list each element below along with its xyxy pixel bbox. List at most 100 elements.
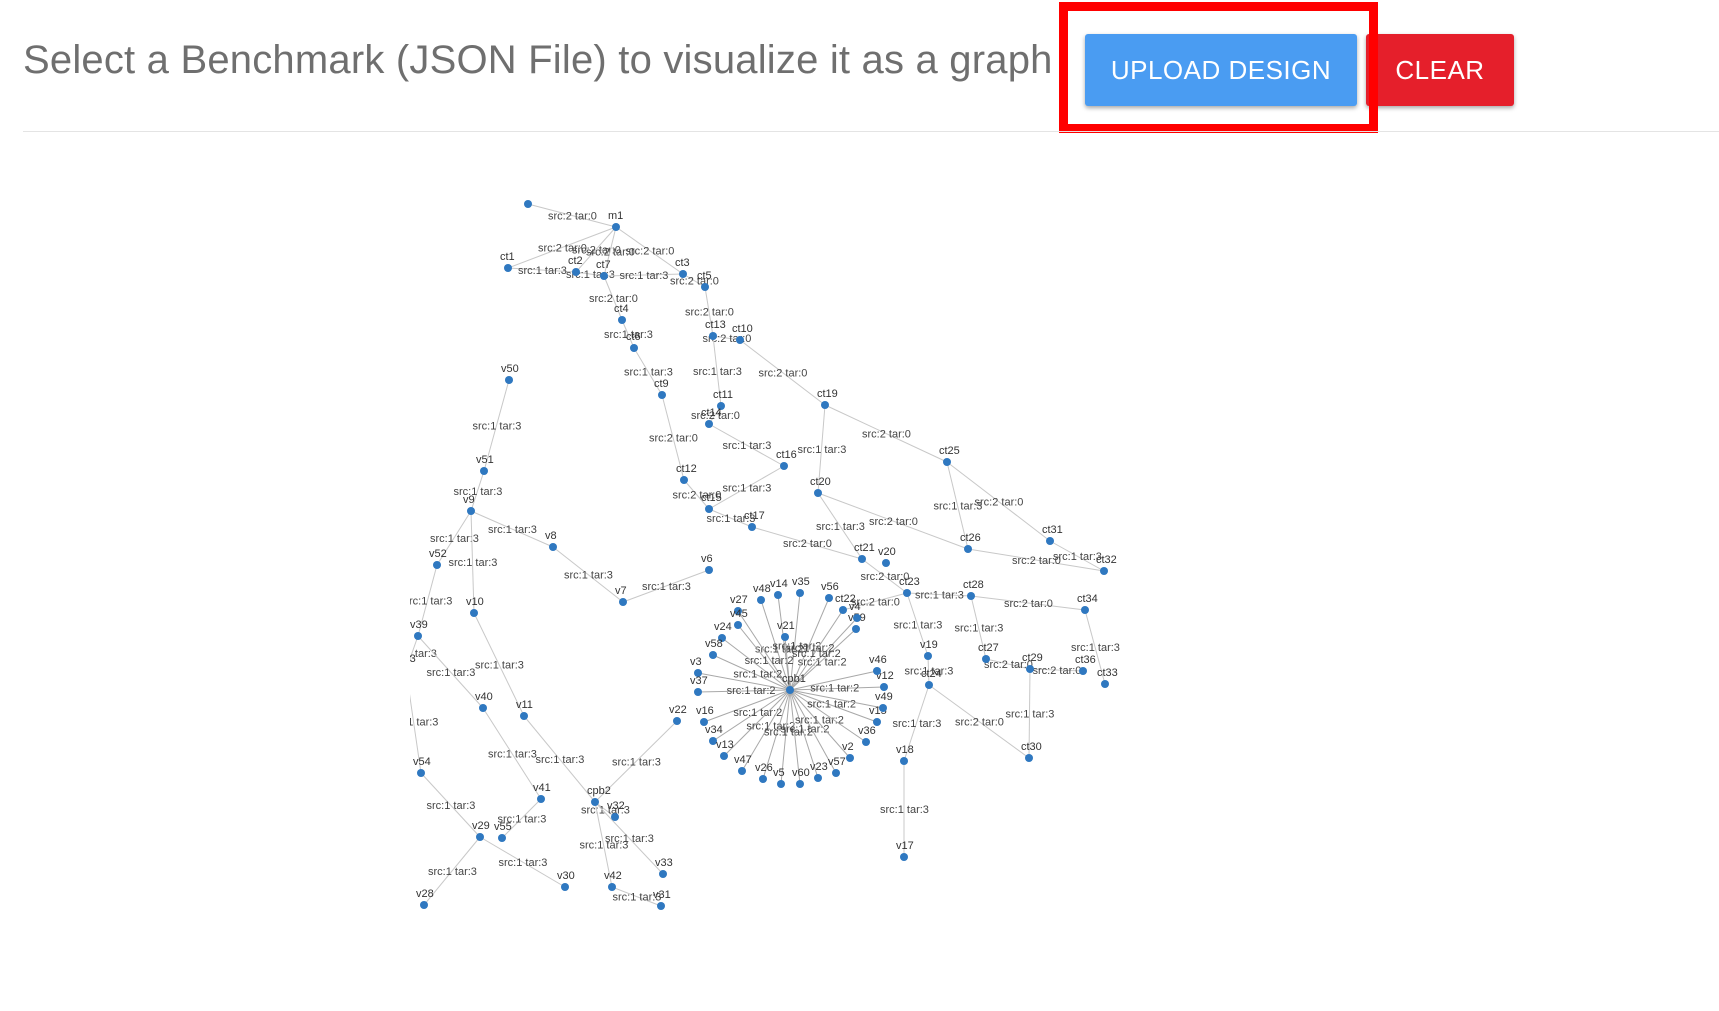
graph-canvas[interactable]: src:1 tar:2 src:1 tar:2 src:1 tar:2 src:1 t… bbox=[410, 200, 1240, 1011]
graph-node[interactable] bbox=[561, 883, 569, 891]
graph-node[interactable] bbox=[537, 795, 545, 803]
graph-node[interactable] bbox=[853, 614, 861, 622]
graph-node[interactable] bbox=[417, 769, 425, 777]
graph-node[interactable] bbox=[658, 391, 666, 399]
graph-node[interactable] bbox=[846, 754, 854, 762]
graph-node[interactable] bbox=[900, 757, 908, 765]
graph-node[interactable] bbox=[504, 264, 512, 272]
graph-node[interactable] bbox=[1101, 680, 1109, 688]
graph-node[interactable] bbox=[420, 901, 428, 909]
graph-node[interactable] bbox=[964, 545, 972, 553]
graph-node[interactable] bbox=[701, 283, 709, 291]
graph-node[interactable] bbox=[611, 813, 619, 821]
graph-node[interactable] bbox=[608, 883, 616, 891]
graph-node[interactable] bbox=[796, 780, 804, 788]
node-label: v16 bbox=[696, 705, 714, 717]
graph-node[interactable] bbox=[433, 561, 441, 569]
graph-node[interactable] bbox=[774, 591, 782, 599]
graph-node[interactable] bbox=[572, 268, 580, 276]
graph-node[interactable] bbox=[757, 596, 765, 604]
graph-node[interactable] bbox=[476, 833, 484, 841]
graph-node[interactable] bbox=[879, 704, 887, 712]
graph-node[interactable] bbox=[549, 543, 557, 551]
graph-node[interactable] bbox=[880, 683, 888, 691]
graph-node[interactable] bbox=[1026, 665, 1034, 673]
graph-node[interactable] bbox=[903, 589, 911, 597]
graph-node[interactable] bbox=[862, 738, 870, 746]
graph-node[interactable] bbox=[612, 223, 620, 231]
graph-node[interactable] bbox=[925, 681, 933, 689]
graph-node[interactable] bbox=[659, 870, 667, 878]
graph-node[interactable] bbox=[814, 489, 822, 497]
graph-node[interactable] bbox=[900, 853, 908, 861]
graph-node[interactable] bbox=[736, 336, 744, 344]
graph-node[interactable] bbox=[619, 598, 627, 606]
graph-node[interactable] bbox=[600, 272, 608, 280]
graph-node[interactable] bbox=[630, 344, 638, 352]
graph-node[interactable] bbox=[470, 609, 478, 617]
graph-node[interactable] bbox=[705, 505, 713, 513]
graph-node[interactable] bbox=[520, 712, 528, 720]
graph-node[interactable] bbox=[479, 704, 487, 712]
graph-node[interactable] bbox=[709, 332, 717, 340]
graph-node[interactable] bbox=[943, 458, 951, 466]
graph-node[interactable] bbox=[673, 717, 681, 725]
graph-node[interactable] bbox=[873, 718, 881, 726]
graph-node[interactable] bbox=[821, 401, 829, 409]
graph-node[interactable] bbox=[839, 606, 847, 614]
graph-node[interactable] bbox=[882, 559, 890, 567]
graph-node[interactable] bbox=[858, 555, 866, 563]
graph-node[interactable] bbox=[720, 752, 728, 760]
graph-node[interactable] bbox=[832, 769, 840, 777]
edge-label: src:1 tar:3 bbox=[454, 486, 503, 498]
graph-node[interactable] bbox=[796, 589, 804, 597]
edge-label: src:2 tar:0 bbox=[869, 516, 918, 528]
upload-design-button[interactable]: UPLOAD DESIGN bbox=[1085, 34, 1357, 106]
graph-node[interactable] bbox=[924, 652, 932, 660]
graph-node[interactable] bbox=[781, 633, 789, 641]
edge-label: src:1 tar:3 bbox=[620, 270, 669, 282]
node-label: v2 bbox=[842, 741, 854, 753]
graph-node[interactable] bbox=[505, 376, 513, 384]
graph-node[interactable] bbox=[524, 200, 532, 208]
graph-node[interactable] bbox=[734, 621, 742, 629]
node-label: ct2 bbox=[568, 255, 583, 267]
graph-node[interactable] bbox=[414, 632, 422, 640]
graph-node[interactable] bbox=[873, 667, 881, 675]
graph-node[interactable] bbox=[738, 767, 746, 775]
edge-label: src:2 tar:0 bbox=[685, 307, 734, 319]
graph-node[interactable] bbox=[467, 507, 475, 515]
graph-node[interactable] bbox=[814, 774, 822, 782]
graph-node[interactable] bbox=[852, 625, 860, 633]
graph-node[interactable] bbox=[786, 686, 794, 694]
graph-node[interactable] bbox=[618, 316, 626, 324]
graph-node[interactable] bbox=[967, 592, 975, 600]
graph-node[interactable] bbox=[1025, 754, 1033, 762]
graph-node[interactable] bbox=[1081, 606, 1089, 614]
node-label: ct22 bbox=[835, 593, 856, 605]
graph-node[interactable] bbox=[679, 270, 687, 278]
graph-node[interactable] bbox=[780, 462, 788, 470]
graph-node[interactable] bbox=[982, 655, 990, 663]
graph-node[interactable] bbox=[680, 476, 688, 484]
node-label: ct31 bbox=[1042, 524, 1063, 536]
graph-node[interactable] bbox=[657, 902, 665, 910]
graph-node[interactable] bbox=[759, 775, 767, 783]
graph-node[interactable] bbox=[498, 834, 506, 842]
graph-svg[interactable]: src:1 tar:2 src:1 tar:2 src:1 tar:2 src:1 t… bbox=[410, 200, 1240, 1011]
graph-node[interactable] bbox=[709, 651, 717, 659]
node-label: v51 bbox=[476, 454, 494, 466]
graph-node[interactable] bbox=[1046, 537, 1054, 545]
graph-node[interactable] bbox=[777, 780, 785, 788]
graph-node[interactable] bbox=[705, 420, 713, 428]
clear-button[interactable]: CLEAR bbox=[1366, 34, 1514, 106]
graph-node[interactable] bbox=[480, 467, 488, 475]
node-label: v3 bbox=[690, 656, 702, 668]
graph-node[interactable] bbox=[1079, 667, 1087, 675]
graph-node[interactable] bbox=[705, 566, 713, 574]
graph-node[interactable] bbox=[694, 688, 702, 696]
graph-node[interactable] bbox=[591, 798, 599, 806]
graph-node[interactable] bbox=[825, 594, 833, 602]
graph-node[interactable] bbox=[748, 523, 756, 531]
graph-node[interactable] bbox=[1100, 567, 1108, 575]
